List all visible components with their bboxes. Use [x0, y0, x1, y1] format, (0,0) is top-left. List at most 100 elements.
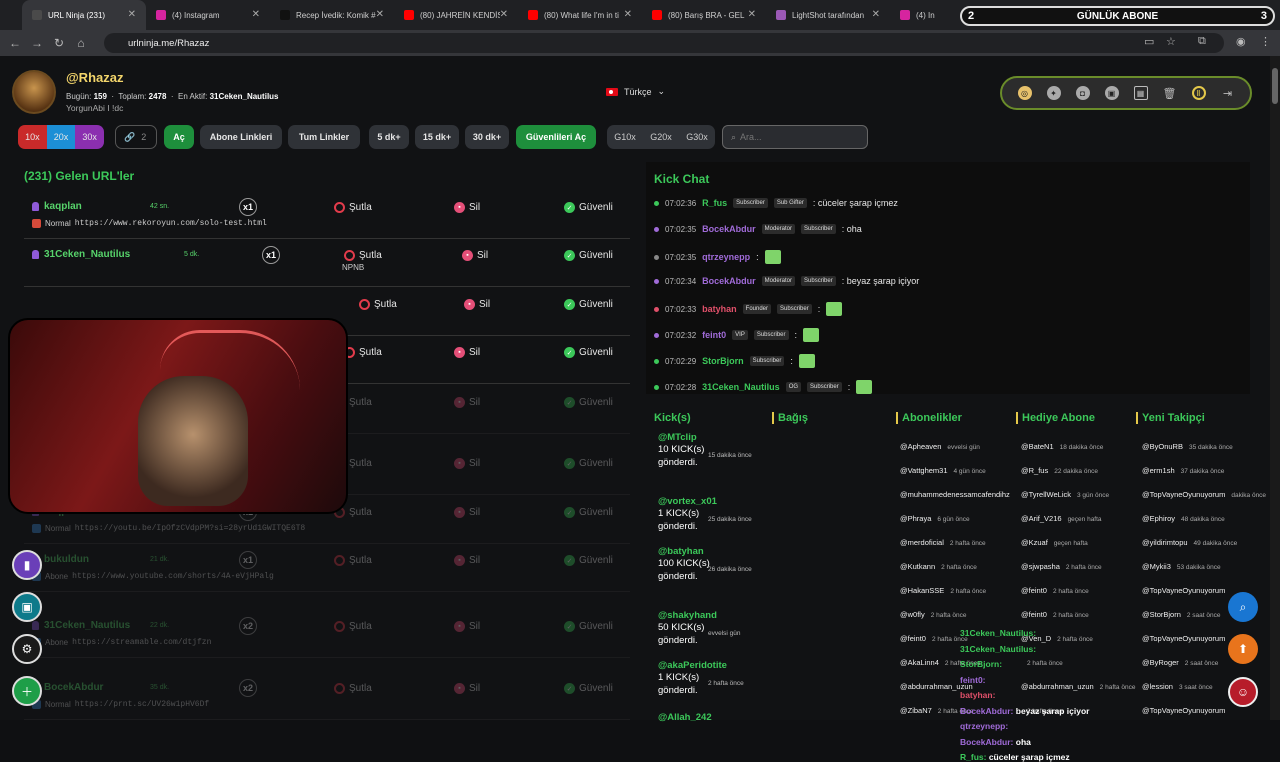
safe-button[interactable]: ✓ Güvenli [564, 555, 613, 566]
home-icon[interactable]: ⌂ [70, 36, 92, 50]
5min-button[interactable]: 5 dk+ [369, 125, 409, 149]
url-row-link[interactable]: NPNB [342, 263, 364, 272]
open-10x-button[interactable]: 10x [18, 125, 47, 149]
chat-username[interactable]: BocekAbdur [702, 276, 756, 286]
menu-icon[interactable]: ⋮ [1260, 35, 1271, 48]
safe-button[interactable]: ✓ Güvenli [564, 202, 613, 213]
browser-tab[interactable]: (4) Instagram ✕ [146, 0, 270, 30]
slap-button[interactable]: Şutla [344, 250, 382, 261]
search-input[interactable] [740, 132, 851, 142]
chat-username[interactable]: R_fus [702, 198, 727, 208]
open-20x-button[interactable]: 20x [46, 125, 76, 149]
entry-user[interactable]: @merdoficial [900, 538, 944, 547]
url-row-link[interactable]: Abone https://www.youtube.com/shorts/4A-e… [32, 572, 274, 581]
entry-user[interactable]: @Mykii3 [1142, 562, 1171, 571]
lock-icon[interactable]: ▣ [1104, 86, 1119, 100]
tab-close-icon[interactable]: ✕ [500, 9, 508, 20]
bookmark-star-icon[interactable]: ☆ [1166, 35, 1176, 48]
browser-tab[interactable]: (80) What life I'm in ti ✕ [518, 0, 642, 30]
safe-button[interactable]: ✓ Güvenli [564, 621, 613, 632]
entry-user[interactable]: @abdurrahman_uzun [1021, 682, 1094, 691]
alert-fab-icon[interactable]: ⬆ [1228, 634, 1258, 664]
entry-user[interactable]: @Phraya [900, 514, 931, 523]
delete-button[interactable]: ▪ Sil [454, 202, 480, 213]
tab-close-icon[interactable]: ✕ [252, 9, 260, 20]
entry-user[interactable]: @Kzuaf [1021, 538, 1048, 547]
entry-user[interactable]: @w0fly [900, 610, 925, 619]
delete-button[interactable]: ▪ Sil [454, 621, 480, 632]
trash-icon[interactable]: 🗑 [1163, 86, 1177, 100]
url-row-user[interactable]: 31Ceken_Nautilus [32, 620, 130, 631]
open-30x-button[interactable]: 30x [75, 125, 104, 149]
delete-button[interactable]: ▪ Sil [454, 683, 480, 694]
browser-tab[interactable]: URL Ninja (231) ✕ [22, 0, 146, 30]
entry-user[interactable]: @BateN1 [1021, 442, 1054, 451]
delete-button[interactable]: ▪ Sil [464, 299, 490, 310]
open-button[interactable]: Aç [164, 125, 194, 149]
scrollbar-thumb[interactable] [1272, 68, 1278, 104]
kick-user[interactable]: @akaPeridotite [658, 660, 778, 671]
entry-user[interactable]: @Vattghem31 [900, 466, 948, 475]
entry-user[interactable]: @ByOnuRB [1142, 442, 1183, 451]
browser-tab[interactable]: (80) JAHREİN KENDİSİ ✕ [394, 0, 518, 30]
back-icon[interactable]: ← [4, 36, 26, 50]
url-row-user[interactable]: BocekAbdur [32, 682, 103, 693]
subscriber-links-button[interactable]: Abone Linkleri [200, 125, 282, 149]
entry-user[interactable]: @R_fus [1021, 466, 1048, 475]
slap-button[interactable]: Şutla [334, 621, 372, 632]
safe-button[interactable]: ✓ Güvenli [564, 250, 613, 261]
tab-close-icon[interactable]: ✕ [376, 9, 384, 20]
entry-user[interactable]: @HakanSSE [900, 586, 944, 595]
profile-icon[interactable]: ◉ [1236, 35, 1246, 48]
entry-user[interactable]: @feint0 [1021, 586, 1047, 595]
entry-user[interactable]: @sjwpasha [1021, 562, 1060, 571]
entry-user[interactable]: @Ephiroy [1142, 514, 1175, 523]
chat-username[interactable]: StorBjorn [702, 356, 744, 366]
user-fab-icon[interactable]: ☺ [1228, 677, 1258, 707]
entry-user[interactable]: @yildirimtopu [1142, 538, 1188, 547]
entry-user[interactable]: @Apheaven [900, 442, 941, 451]
twitter-icon[interactable]: ✦ [1046, 86, 1061, 100]
entry-user[interactable]: @lession [1142, 682, 1173, 691]
delete-button[interactable]: ▪ Sil [454, 555, 480, 566]
safe-button[interactable]: ✓ Güvenli [564, 397, 613, 408]
language-select[interactable]: Türkçe ⌄ [606, 86, 665, 97]
g20x-button[interactable]: G20x [643, 125, 679, 149]
url-row-link[interactable]: Normal https://www.rekoroyun.com/solo-tes… [32, 219, 267, 228]
open-safe-button[interactable]: Güvenlileri Aç [516, 125, 596, 149]
url-row-link[interactable]: Abone https://streamable.com/dtjfzn [32, 638, 211, 647]
delete-button[interactable]: ▪ Sil [454, 507, 480, 518]
url-field[interactable]: urlninja.me/Rhazaz [104, 33, 1224, 53]
entry-user[interactable]: @ByRoger [1142, 658, 1179, 667]
g10x-button[interactable]: G10x [607, 125, 643, 149]
entry-user[interactable]: @muhammedenessamcafendihz [900, 490, 1010, 499]
entry-user[interactable]: @TopVayneOyunuyorum [1142, 634, 1225, 643]
coin-icon[interactable]: ◎ [1017, 86, 1032, 100]
kick-user[interactable]: @shakyhand [658, 610, 778, 621]
instagram-icon[interactable]: ◘ [1075, 86, 1090, 100]
slap-button[interactable]: Şutla [334, 555, 372, 566]
entry-user[interactable]: @TyrellWeLick [1021, 490, 1071, 499]
chat-username[interactable]: 31Ceken_Nautilus [702, 382, 780, 392]
browser-tab[interactable]: Recep İvedik: Komik # ✕ [270, 0, 394, 30]
chat-username[interactable]: batyhan [702, 304, 737, 314]
entry-user[interactable]: @StorBjorn [1142, 610, 1181, 619]
safe-button[interactable]: ✓ Güvenli [564, 299, 613, 310]
safe-button[interactable]: ✓ Güvenli [564, 683, 613, 694]
tab-close-icon[interactable]: ✕ [128, 9, 136, 20]
url-row-user[interactable]: 31Ceken_Nautilus [32, 249, 130, 260]
slap-button[interactable]: Şutla [344, 347, 382, 358]
chat-username[interactable]: feint0 [702, 330, 726, 340]
entry-user[interactable]: @AkaLinn4 [900, 658, 939, 667]
slap-button[interactable]: Şutla [334, 683, 372, 694]
url-row-link[interactable]: Normal https://prnt.sc/UV26w1pHV6Df [32, 700, 209, 709]
cast-icon[interactable]: ▭ [1144, 35, 1154, 48]
g30x-button[interactable]: G30x [679, 125, 715, 149]
tab-close-icon[interactable]: ✕ [872, 9, 880, 20]
15min-button[interactable]: 15 dk+ [415, 125, 459, 149]
page-scrollbar[interactable] [1270, 56, 1280, 720]
tab-close-icon[interactable]: ✕ [624, 9, 632, 20]
delete-button[interactable]: ▪ Sil [462, 250, 488, 261]
logout-icon[interactable]: ⇥ [1221, 86, 1235, 100]
chat-username[interactable]: BocekAbdur [702, 224, 756, 234]
